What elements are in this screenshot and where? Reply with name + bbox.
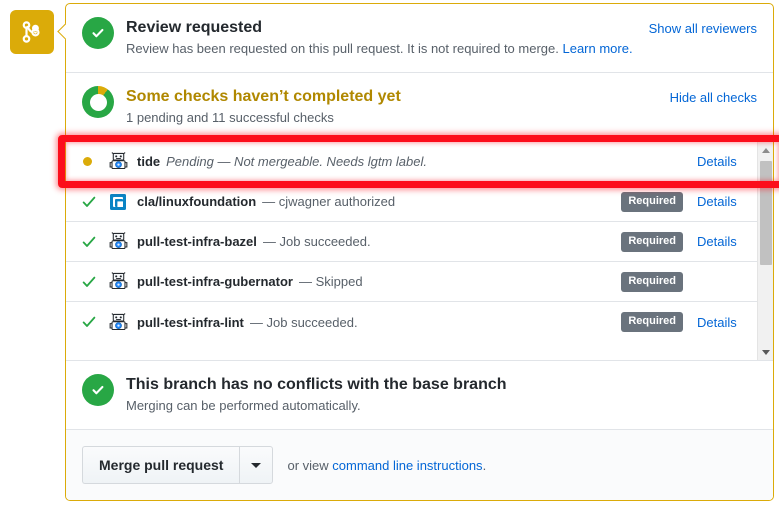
check-icon <box>82 275 108 289</box>
check-name: pull-test-infra-gubernator <box>137 274 293 289</box>
checks-list-container: tide Pending — Not mergeable. Needs lgtm … <box>66 141 773 360</box>
merge-status-box: Show all reviewers Review requested Revi… <box>65 3 774 501</box>
details-link[interactable]: Details <box>697 194 745 209</box>
conflicts-status-icon-wrap <box>82 374 114 406</box>
review-description-text: Review has been requested on this pull r… <box>126 41 559 56</box>
merge-action-footer: Merge pull request or view command line … <box>66 429 773 500</box>
check-name: pull-test-infra-lint <box>137 314 244 330</box>
command-line-note: or view command line instructions. <box>287 458 486 473</box>
check-icon <box>82 235 108 249</box>
scroll-up-arrow-icon[interactable] <box>758 142 773 158</box>
checks-summary-section: Hide all checks Some checks haven’t comp… <box>66 72 773 141</box>
required-badge: Required <box>621 312 683 332</box>
no-conflicts-body: This branch has no conflicts with the ba… <box>126 374 757 415</box>
command-line-note-prefix: or view <box>287 457 333 473</box>
timeline-git-merge-badge <box>10 10 54 54</box>
required-badge: Required <box>621 231 683 252</box>
bot-avatar-icon <box>108 152 128 172</box>
check-icon <box>82 315 108 329</box>
check-circle-icon <box>82 17 114 49</box>
details-link[interactable]: Details <box>697 315 745 330</box>
bot-avatar-icon <box>108 312 128 332</box>
checks-scrollbar[interactable] <box>757 142 773 360</box>
check-description: — Skipped <box>299 274 363 289</box>
review-requested-description: Review has been requested on this pull r… <box>126 40 757 58</box>
checks-summary-body: Some checks haven’t completed yet 1 pend… <box>126 86 757 127</box>
yellow-dot-icon <box>83 157 92 166</box>
merge-button-group: Merge pull request <box>82 446 274 484</box>
merge-options-dropdown-button[interactable] <box>239 446 274 484</box>
show-all-reviewers-link[interactable]: Show all reviewers <box>649 21 757 36</box>
check-description: — Job succeeded. <box>262 234 371 249</box>
check-name: cla/linuxfoundation <box>137 194 257 209</box>
yellow-dot-icon <box>82 157 108 166</box>
check-description: — Job succeeded. <box>249 314 358 330</box>
callout-arrow <box>56 22 66 40</box>
check-row: pull-test-infra-lint — Job succeeded. Requ… <box>66 302 757 342</box>
check-icon <box>82 195 108 209</box>
check-row: pull-test-infra-bazel — Job succeeded. Req… <box>66 222 757 262</box>
no-conflicts-subtitle: Merging can be performed automatically. <box>126 398 361 413</box>
linuxfoundation-logo-icon <box>108 192 128 212</box>
bot-avatar-icon <box>108 232 128 252</box>
review-requested-section: Show all reviewers Review requested Revi… <box>66 4 773 72</box>
checks-summary-title: Some checks haven’t completed yet <box>126 88 401 105</box>
bot-avatar-icon <box>108 272 128 292</box>
no-conflicts-title: This branch has no conflicts with the ba… <box>126 376 507 393</box>
check-name: pull-test-infra-bazel <box>137 234 257 249</box>
hide-all-checks-link[interactable]: Hide all checks <box>670 90 757 105</box>
check-row: tide Pending — Not mergeable. Needs lgtm … <box>66 142 757 182</box>
details-link[interactable]: Details <box>697 234 745 249</box>
git-merge-icon <box>21 21 43 43</box>
command-line-note-suffix: . <box>482 457 487 473</box>
scrollbar-thumb[interactable] <box>760 161 772 265</box>
command-line-instructions-link[interactable]: command line instructions <box>332 458 482 473</box>
checks-status-icon-wrap <box>82 86 114 118</box>
check-description: — cjwagner authorized <box>262 194 396 209</box>
check-name: tide <box>137 154 161 169</box>
checks-summary-subtitle: 1 pending and 11 successful checks <box>126 110 334 125</box>
required-badge: Required <box>621 191 683 212</box>
merge-pull-request-button[interactable]: Merge pull request <box>82 446 240 484</box>
check-circle-icon <box>82 374 114 406</box>
check-description: Pending — Not mergeable. Needs lgtm labe… <box>166 154 427 169</box>
no-conflicts-section: This branch has no conflicts with the ba… <box>66 360 773 429</box>
review-status-icon-wrap <box>82 17 114 49</box>
scroll-down-arrow-icon[interactable] <box>758 344 773 360</box>
chevron-down-icon <box>251 462 262 468</box>
required-badge: Required <box>621 271 683 292</box>
pull-request-merge-box-screen: Show all reviewers Review requested Revi… <box>0 0 779 513</box>
details-link[interactable]: Details <box>697 154 745 169</box>
check-row: pull-test-infra-gubernator — Skipped Requi… <box>66 262 757 302</box>
checks-list: tide Pending — Not mergeable. Needs lgtm … <box>66 142 757 360</box>
learn-more-link[interactable]: Learn more. <box>562 41 632 56</box>
check-row: cla/linuxfoundation — cjwagner authorized… <box>66 182 757 222</box>
pending-donut-icon <box>82 86 114 118</box>
